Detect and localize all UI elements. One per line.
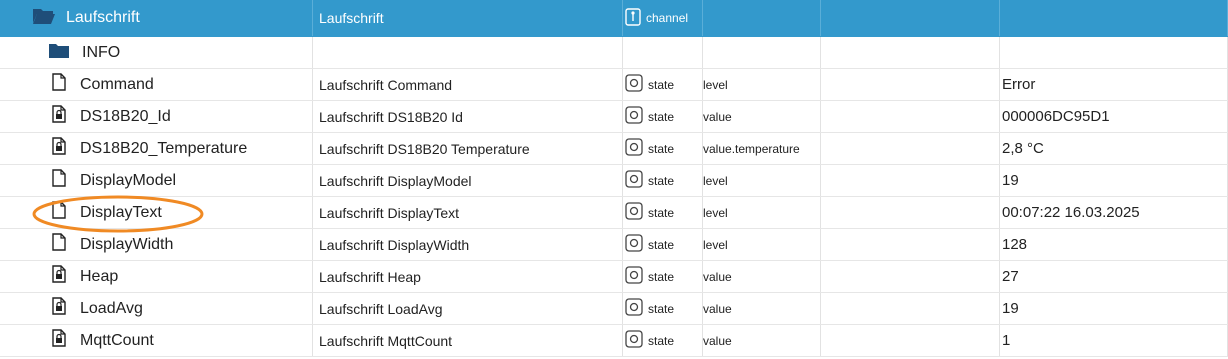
folder-icon[interactable] (48, 42, 70, 64)
file-icon (52, 73, 66, 96)
object-role: level (703, 197, 821, 228)
object-id: Laufschrift (66, 9, 140, 26)
object-value[interactable]: 2,8 °C (1000, 133, 1228, 164)
object-value[interactable]: 128 (1000, 229, 1228, 260)
object-name (313, 37, 623, 68)
state-icon (625, 266, 643, 287)
file-icon (52, 169, 66, 192)
object-role: level (703, 229, 821, 260)
object-id: Command (80, 75, 154, 93)
tree-row-state[interactable]: DisplayModel Laufschrift DisplayModel st… (0, 165, 1228, 197)
object-value[interactable]: 1 (1000, 325, 1228, 356)
tree-row-state[interactable]: DisplayWidth Laufschrift DisplayWidth st… (0, 229, 1228, 261)
state-icon (625, 74, 643, 95)
channel-icon (625, 7, 641, 29)
state-icon (625, 170, 643, 191)
object-name: Laufschrift Command (313, 69, 623, 100)
object-type (623, 37, 703, 68)
object-value (1000, 0, 1228, 36)
object-value[interactable]: 19 (1000, 293, 1228, 324)
tree-row-state[interactable]: LoadAvg Laufschrift LoadAvg state value … (0, 293, 1228, 325)
tree-row-channel[interactable]: Laufschrift Laufschrift channel (0, 0, 1228, 37)
file-lock-icon (52, 137, 66, 160)
tree-row-state[interactable]: MqttCount Laufschrift MqttCount state va… (0, 325, 1228, 357)
object-name: Laufschrift LoadAvg (313, 293, 623, 324)
object-type: channel (646, 11, 689, 25)
state-icon (625, 202, 643, 223)
object-tree: Laufschrift Laufschrift channel INFO Com… (0, 0, 1228, 357)
object-role: value (703, 101, 821, 132)
tree-row-state[interactable]: DS18B20_Temperature Laufschrift DS18B20 … (0, 133, 1228, 165)
object-room (821, 325, 1000, 356)
state-icon (625, 330, 643, 351)
object-name: Laufschrift DisplayText (313, 197, 623, 228)
object-type: state (648, 77, 675, 92)
object-type: state (648, 333, 675, 348)
folder-open-icon[interactable] (32, 7, 56, 30)
object-role: level (703, 69, 821, 100)
object-name: Laufschrift DS18B20 Id (313, 101, 623, 132)
object-role (703, 0, 821, 36)
object-value[interactable]: 27 (1000, 261, 1228, 292)
object-name: Laufschrift (313, 0, 623, 36)
object-value[interactable]: 19 (1000, 165, 1228, 196)
object-id: INFO (82, 43, 121, 61)
object-room (821, 261, 1000, 292)
object-room (821, 165, 1000, 196)
object-type: state (648, 269, 675, 284)
object-id: DS18B20_Temperature (80, 139, 248, 157)
tree-row-state[interactable]: Command Laufschrift Command state level … (0, 69, 1228, 101)
object-id: DS18B20_Id (80, 107, 171, 125)
tree-row-state[interactable]: DS18B20_Id Laufschrift DS18B20 Id state … (0, 101, 1228, 133)
object-value[interactable]: 00:07:22 16.03.2025 (1000, 197, 1228, 228)
object-id: DisplayText (80, 203, 162, 221)
object-room (821, 197, 1000, 228)
tree-row-state[interactable]: Heap Laufschrift Heap state value 27 (0, 261, 1228, 293)
object-name: Laufschrift Heap (313, 261, 623, 292)
object-name: Laufschrift DisplayWidth (313, 229, 623, 260)
object-role: value (703, 325, 821, 356)
object-role: value (703, 293, 821, 324)
object-type: state (648, 205, 675, 220)
object-id: MqttCount (80, 331, 154, 349)
object-room (821, 37, 1000, 68)
object-room (821, 293, 1000, 324)
file-icon (52, 233, 66, 256)
object-type: state (648, 141, 675, 156)
state-icon (625, 106, 643, 127)
file-lock-icon (52, 265, 66, 288)
object-name: Laufschrift MqttCount (313, 325, 623, 356)
object-type: state (648, 237, 675, 252)
object-name: Laufschrift DS18B20 Temperature (313, 133, 623, 164)
state-icon (625, 298, 643, 319)
object-room (821, 101, 1000, 132)
state-icon (625, 234, 643, 255)
file-lock-icon (52, 297, 66, 320)
object-id: LoadAvg (80, 299, 143, 317)
tree-row-folder[interactable]: INFO (0, 37, 1228, 69)
object-room (821, 69, 1000, 100)
object-room (821, 229, 1000, 260)
object-role: level (703, 165, 821, 196)
tree-row-state[interactable]: DisplayText Laufschrift DisplayText stat… (0, 197, 1228, 229)
object-id: DisplayModel (80, 171, 177, 189)
object-type: state (648, 301, 675, 316)
object-room (821, 0, 1000, 36)
file-icon (52, 201, 66, 224)
object-name: Laufschrift DisplayModel (313, 165, 623, 196)
object-room (821, 133, 1000, 164)
object-value[interactable]: Error (1000, 69, 1228, 100)
object-id: Heap (80, 267, 119, 285)
object-role: value.temperature (703, 133, 821, 164)
object-role: value (703, 261, 821, 292)
object-type: state (648, 173, 675, 188)
object-role (703, 37, 821, 68)
object-id: DisplayWidth (80, 235, 174, 253)
file-lock-icon (52, 329, 66, 352)
file-lock-icon (52, 105, 66, 128)
object-value (1000, 37, 1228, 68)
state-icon (625, 138, 643, 159)
object-type: state (648, 109, 675, 124)
object-value[interactable]: 000006DC95D1 (1000, 101, 1228, 132)
